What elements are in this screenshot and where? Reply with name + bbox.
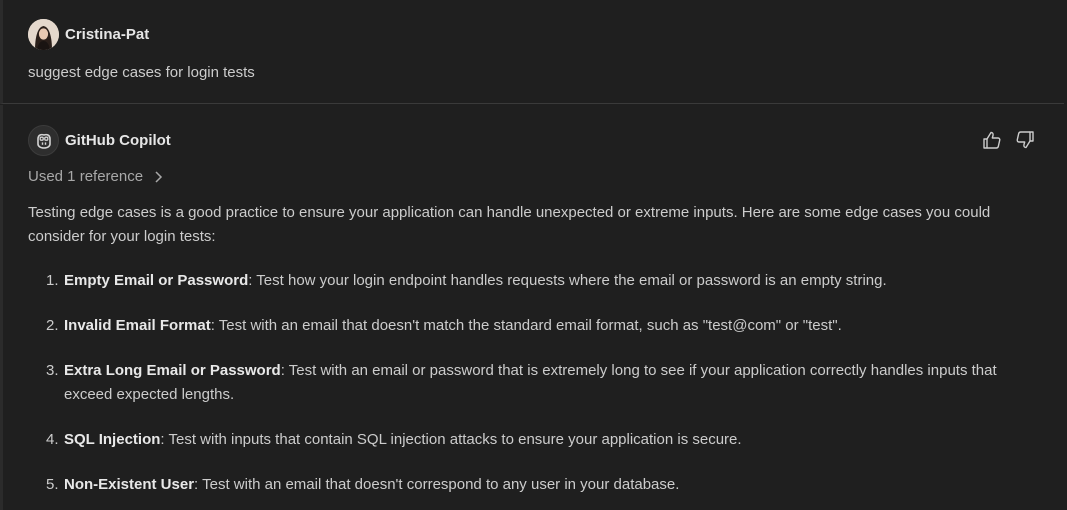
list-item-title: Non-Existent User xyxy=(64,476,195,493)
list-item-number: 5. xyxy=(46,476,59,493)
thumbs-up-icon xyxy=(983,131,1001,149)
user-name: Cristina-Pat xyxy=(65,26,150,43)
list-item-number: 3. xyxy=(46,362,59,379)
list-item: 3. Extra Long Email or Password: Test wi… xyxy=(28,359,1048,407)
copilot-name: GitHub Copilot xyxy=(65,132,171,149)
user-avatar-icon xyxy=(28,19,59,50)
user-message-text: suggest edge cases for login tests xyxy=(28,64,255,81)
list-item-number: 4. xyxy=(46,431,59,448)
edge-case-list: 1. Empty Email or Password: Test how you… xyxy=(28,269,1048,497)
user-avatar xyxy=(28,19,59,50)
list-item: 2. Invalid Email Format: Test with an em… xyxy=(28,314,1048,338)
list-item: 1. Empty Email or Password: Test how you… xyxy=(28,269,1048,293)
copilot-response-block: GitHub Copilot Used 1 reference Testing … xyxy=(0,105,1064,510)
list-item-text: : Test with an email that doesn't match … xyxy=(210,317,842,334)
list-item: 5. Non-Existent User: Test with an email… xyxy=(28,473,1048,497)
copilot-icon xyxy=(37,133,51,149)
list-item-text: : Test with inputs that contain SQL inje… xyxy=(160,431,742,448)
list-item-text: : Test with an email that doesn't corres… xyxy=(194,476,680,493)
list-item-text: : Test how your login endpoint handles r… xyxy=(248,272,887,289)
list-item-title: Invalid Email Format xyxy=(64,317,211,334)
copilot-avatar xyxy=(28,125,59,156)
list-item-title: SQL Injection xyxy=(64,431,161,448)
list-item-number: 2. xyxy=(46,317,59,334)
list-item-title: Empty Email or Password xyxy=(64,272,249,289)
used-references-toggle[interactable]: Used 1 reference xyxy=(28,168,163,185)
response-intro: Testing edge cases is a good practice to… xyxy=(28,204,991,245)
chevron-right-icon xyxy=(155,170,163,183)
user-message-block: Cristina-Pat suggest edge cases for logi… xyxy=(0,0,1064,104)
thumbs-down-button[interactable] xyxy=(1015,130,1035,150)
reference-label: Used 1 reference xyxy=(28,168,144,185)
list-item: 4. SQL Injection: Test with inputs that … xyxy=(28,428,1048,452)
thumbs-down-icon xyxy=(1016,131,1034,149)
list-item-title: Extra Long Email or Password xyxy=(64,362,281,379)
list-item-number: 1. xyxy=(46,272,59,289)
thumbs-up-button[interactable] xyxy=(982,130,1002,150)
